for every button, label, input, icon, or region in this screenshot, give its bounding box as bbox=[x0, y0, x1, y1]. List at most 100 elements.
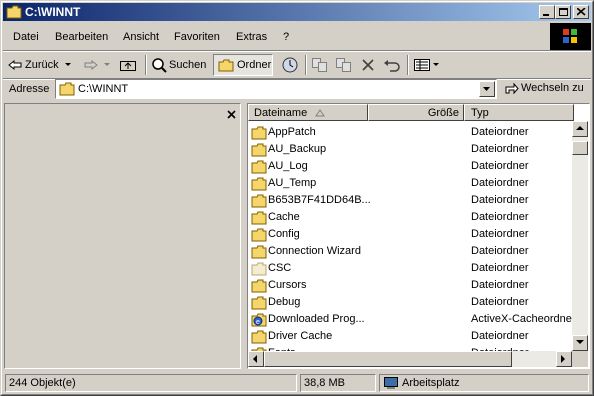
window-title: C:\WINNT bbox=[25, 5, 81, 19]
toolbar: Zurück Suchen Ordner bbox=[3, 52, 591, 78]
file-name: Connection Wizard bbox=[268, 245, 361, 257]
file-name: Downloaded Prog... bbox=[268, 313, 365, 325]
arrow-right-icon bbox=[561, 355, 565, 363]
address-label: Adresse bbox=[9, 83, 50, 95]
folder-icon bbox=[251, 160, 267, 174]
list-item[interactable]: e Downloaded Prog... ActiveX-Cacheordner bbox=[248, 311, 576, 328]
hidden-folder-icon bbox=[251, 262, 267, 276]
forward-button[interactable] bbox=[83, 54, 113, 76]
menu-favoriten[interactable]: Favoriten bbox=[174, 31, 220, 43]
toolbar-separator bbox=[145, 55, 147, 75]
folders-label: Ordner bbox=[237, 59, 272, 71]
status-size: 38,8 MB bbox=[304, 377, 345, 389]
list-item[interactable]: Cache Dateiordner bbox=[248, 209, 573, 226]
list-item[interactable]: B653B7F41DD64B... Dateiordner bbox=[248, 192, 573, 209]
file-type: Dateiordner bbox=[471, 228, 529, 240]
file-name: AU_Temp bbox=[268, 177, 317, 189]
menu-ansicht[interactable]: Ansicht bbox=[123, 31, 159, 43]
chevron-down-icon bbox=[483, 87, 490, 91]
explorer-window: C:\WINNT Datei Bearbeiten Ansicht Favori… bbox=[0, 0, 594, 396]
close-icon bbox=[577, 8, 586, 16]
scroll-right-button[interactable] bbox=[556, 351, 572, 367]
horizontal-scroll-thumb[interactable] bbox=[264, 351, 512, 367]
scroll-left-button[interactable] bbox=[248, 351, 264, 367]
arrow-up-icon bbox=[576, 126, 584, 130]
close-icon bbox=[227, 110, 236, 119]
file-name: Driver Cache bbox=[268, 330, 333, 342]
search-icon bbox=[152, 58, 167, 73]
file-type: Dateiordner bbox=[471, 126, 529, 138]
scroll-corner bbox=[572, 351, 588, 367]
list-item[interactable]: Driver Cache Dateiordner bbox=[248, 328, 573, 345]
file-type: Dateiordner bbox=[471, 177, 529, 189]
file-type: Dateiordner bbox=[471, 330, 529, 342]
undo-icon bbox=[384, 60, 400, 72]
move-to-button[interactable] bbox=[311, 54, 329, 76]
folder-icon bbox=[251, 279, 267, 293]
menu-extras[interactable]: Extras bbox=[236, 31, 267, 43]
address-dropdown-button[interactable] bbox=[479, 81, 495, 97]
svg-text:e: e bbox=[256, 319, 260, 326]
status-zone-panel: Arbeitsplatz bbox=[379, 374, 589, 392]
horizontal-scrollbar[interactable] bbox=[248, 351, 572, 367]
scroll-down-button[interactable] bbox=[572, 335, 588, 351]
file-type: Dateiordner bbox=[471, 245, 529, 257]
views-button[interactable] bbox=[413, 54, 440, 76]
undo-button[interactable] bbox=[383, 54, 401, 76]
folder-icon bbox=[251, 245, 267, 259]
list-item[interactable]: Debug Dateiordner bbox=[248, 294, 573, 311]
status-bar: 244 Objekt(e) 38,8 MB Arbeitsplatz bbox=[3, 373, 591, 393]
list-item[interactable]: CSC Dateiordner bbox=[248, 260, 573, 277]
file-type: Dateiordner bbox=[471, 279, 529, 291]
maximize-button[interactable] bbox=[555, 5, 571, 19]
list-item[interactable]: Config Dateiordner bbox=[248, 226, 573, 243]
minimize-button[interactable] bbox=[539, 5, 555, 19]
folder-icon bbox=[251, 177, 267, 191]
column-type-label: Typ bbox=[471, 107, 489, 119]
up-folder-button[interactable] bbox=[119, 54, 137, 76]
history-icon bbox=[282, 57, 298, 73]
folder-icon bbox=[6, 5, 22, 19]
views-icon bbox=[414, 59, 430, 71]
vertical-scroll-thumb[interactable] bbox=[572, 141, 588, 155]
sort-ascending-icon bbox=[315, 109, 325, 117]
list-item[interactable]: AU_Backup Dateiordner bbox=[248, 141, 573, 158]
column-size-label: Größe bbox=[427, 107, 459, 119]
close-pane-button[interactable] bbox=[227, 107, 236, 122]
title-bar[interactable]: C:\WINNT bbox=[3, 3, 591, 21]
go-button[interactable]: Wechseln zu bbox=[503, 81, 584, 95]
delete-button[interactable] bbox=[361, 54, 375, 76]
arrow-left-icon bbox=[253, 355, 257, 363]
list-item[interactable]: AU_Log Dateiordner bbox=[248, 158, 573, 175]
file-name: Debug bbox=[268, 296, 301, 308]
vertical-scrollbar[interactable] bbox=[572, 121, 588, 351]
back-label: Zurück bbox=[25, 59, 59, 71]
copy-to-button[interactable] bbox=[335, 54, 353, 76]
scroll-up-button[interactable] bbox=[572, 121, 588, 137]
menu-datei[interactable]: Datei bbox=[13, 31, 39, 43]
toolbar-separator bbox=[305, 55, 307, 75]
maximize-icon bbox=[559, 8, 568, 16]
column-name-label: Dateiname bbox=[254, 107, 308, 119]
activex-folder-icon: e bbox=[251, 313, 267, 327]
list-item[interactable]: Connection Wizard Dateiordner bbox=[248, 243, 573, 260]
address-input[interactable]: C:\WINNT bbox=[55, 79, 497, 99]
list-item[interactable]: AppPatch Dateiordner bbox=[248, 124, 573, 141]
column-header-size[interactable]: Größe bbox=[368, 104, 464, 121]
column-header-name[interactable]: Dateiname bbox=[248, 104, 368, 121]
menu-help[interactable]: ? bbox=[283, 31, 289, 43]
folder-icon bbox=[251, 211, 267, 225]
back-button[interactable]: Zurück bbox=[7, 54, 74, 76]
address-value: C:\WINNT bbox=[78, 83, 129, 95]
windows-logo bbox=[550, 23, 591, 51]
list-item[interactable]: AU_Temp Dateiordner bbox=[248, 175, 573, 192]
column-header-type[interactable]: Typ bbox=[464, 104, 574, 121]
folders-button[interactable]: Ordner bbox=[213, 54, 273, 76]
menu-bearbeiten[interactable]: Bearbeiten bbox=[55, 31, 108, 43]
history-button[interactable] bbox=[281, 54, 299, 76]
close-button[interactable] bbox=[573, 5, 589, 19]
search-button[interactable]: Suchen bbox=[151, 54, 206, 76]
list-item[interactable]: Cursors Dateiordner bbox=[248, 277, 573, 294]
arrow-down-icon bbox=[576, 340, 584, 344]
file-type: Dateiordner bbox=[471, 262, 529, 274]
